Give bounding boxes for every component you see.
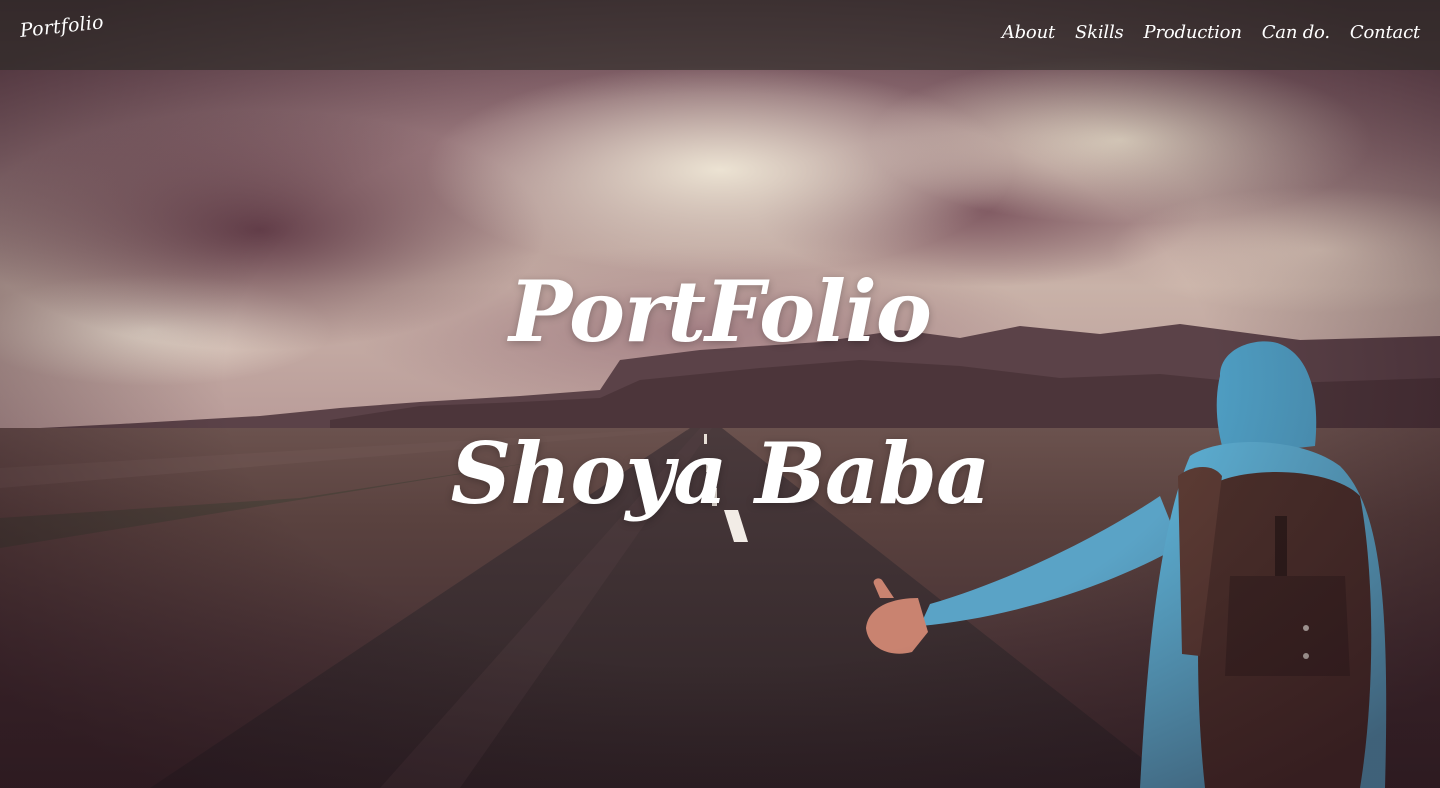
nav-item-production: Production: [1144, 22, 1242, 43]
hero-vignette: [0, 0, 1440, 788]
nav-link-skills[interactable]: Skills: [1075, 22, 1124, 43]
nav-menu: About Skills Production Can do. Contact: [1002, 22, 1420, 43]
nav-item-about: About: [1002, 22, 1055, 43]
nav-link-can-do[interactable]: Can do.: [1262, 22, 1330, 43]
top-navbar: Portfolio About Skills Production Can do…: [0, 0, 1440, 70]
nav-link-production[interactable]: Production: [1144, 22, 1242, 43]
brand-logo-link[interactable]: Portfolio: [19, 11, 105, 42]
nav-link-about[interactable]: About: [1002, 22, 1055, 43]
hero-section: [0, 0, 1440, 788]
nav-item-skills: Skills: [1075, 22, 1124, 43]
nav-link-contact[interactable]: Contact: [1350, 22, 1420, 43]
nav-item-can-do: Can do.: [1262, 22, 1330, 43]
nav-item-contact: Contact: [1350, 22, 1420, 43]
